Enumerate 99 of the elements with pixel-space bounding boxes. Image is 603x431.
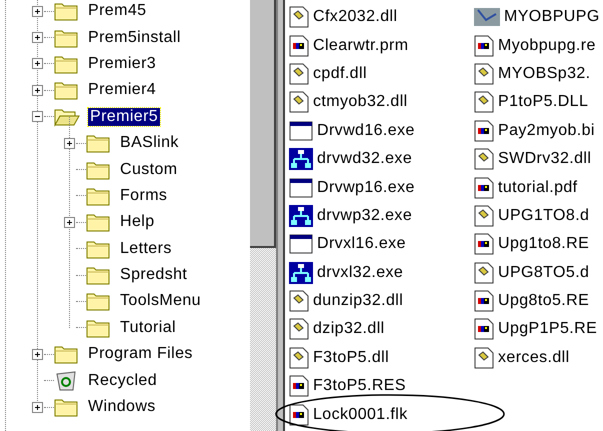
file-name[interactable]: Cfx2032.dll (313, 8, 398, 26)
gear-document-icon (474, 262, 494, 284)
document-icon (289, 375, 309, 398)
gear-document-icon (474, 204, 494, 227)
file-name[interactable]: UPG1TO8.d (498, 206, 590, 225)
document-icon (474, 120, 494, 142)
document-icon (474, 233, 494, 256)
file-name[interactable]: UpgP1P5.RE (498, 320, 598, 338)
collapse-icon[interactable] (32, 111, 42, 122)
file-name[interactable]: tutorial.pdf (498, 178, 578, 197)
file-name[interactable]: Drvwp16.exe (317, 178, 415, 197)
gear-document-icon (474, 91, 494, 114)
file-name[interactable]: F3toP5.dll (313, 348, 390, 367)
document-icon (474, 290, 494, 312)
file-name[interactable]: drvxl32.exe (317, 264, 404, 282)
file-name[interactable]: Myobpupg.re (498, 36, 596, 55)
folder-icon (54, 28, 78, 48)
gear-document-icon (289, 62, 309, 85)
expand-icon[interactable] (32, 58, 42, 70)
folder-name[interactable]: Forms (118, 186, 170, 205)
document-icon (474, 318, 494, 340)
file-name[interactable]: drvwd32.exe (317, 150, 412, 168)
expand-icon[interactable] (64, 138, 74, 149)
file-name[interactable]: MYOBPUPG (504, 8, 600, 26)
folder-icon (54, 397, 78, 418)
gear-document-icon (289, 91, 309, 114)
gear-document-icon (474, 148, 494, 170)
gear-document-icon (289, 318, 309, 340)
file-name[interactable]: SWDrv32.dll (498, 150, 592, 168)
gear-document-icon (289, 6, 309, 28)
scrollbar-thumb[interactable] (250, 0, 276, 248)
file-name[interactable]: F3toP5.RES (313, 377, 406, 396)
folder-name[interactable]: Prem5install (86, 28, 183, 47)
file-name[interactable]: ctmyob32.dll (313, 93, 408, 112)
folder-name[interactable]: BASlink (118, 134, 181, 152)
expand-icon[interactable] (32, 6, 42, 17)
folder-icon (86, 238, 110, 259)
program-window-icon (289, 120, 313, 141)
folder-name[interactable]: Recycled (86, 372, 160, 390)
gear-document-icon (474, 62, 494, 85)
folder-icon (86, 212, 110, 232)
file-name[interactable]: dzip32.dll (313, 320, 385, 338)
document-icon (474, 176, 494, 199)
document-icon (289, 404, 309, 426)
folder-name[interactable]: Prem45 (86, 2, 148, 20)
program-icon (474, 8, 500, 26)
expand-icon[interactable] (32, 84, 42, 96)
folder-icon (86, 318, 110, 338)
expand-icon[interactable] (32, 402, 42, 413)
expand-icon[interactable] (32, 348, 42, 360)
folder-name[interactable]: Premier5 (88, 108, 160, 126)
folder-name[interactable]: Spredsht (118, 266, 190, 284)
recycle-bin-icon (54, 370, 78, 392)
folder-icon (86, 186, 110, 206)
gear-document-icon (289, 346, 309, 369)
folder-icon (86, 133, 110, 154)
file-name[interactable]: Pay2myob.bi (498, 122, 595, 140)
expand-icon[interactable] (32, 32, 42, 44)
document-icon (289, 34, 309, 57)
folder-name[interactable]: Program Files (86, 345, 195, 364)
file-name[interactable]: cpdf.dll (313, 64, 367, 83)
scrollbar[interactable] (250, 0, 276, 431)
folder-name[interactable]: Premier4 (86, 81, 158, 100)
file-name[interactable]: dunzip32.dll (313, 292, 404, 310)
file-name[interactable]: xerces.dll (498, 348, 570, 367)
open-folder-icon (54, 106, 80, 127)
folder-name[interactable]: Help (118, 213, 157, 232)
folder-name[interactable]: Windows (86, 398, 158, 416)
file-name[interactable]: P1toP5.DLL (498, 93, 588, 112)
network-icon (289, 148, 313, 170)
folder-icon (86, 160, 110, 180)
folder-icon (86, 265, 110, 286)
folder-icon (54, 1, 78, 22)
file-name[interactable]: Drvxl16.exe (317, 235, 406, 254)
file-name[interactable]: Clearwtr.prm (313, 36, 408, 55)
folder-icon (54, 80, 78, 100)
gear-document-icon (474, 346, 494, 369)
network-icon (289, 262, 313, 284)
program-window-icon (289, 234, 313, 254)
expand-icon[interactable] (64, 216, 74, 228)
program-window-icon (289, 178, 313, 198)
folder-icon (86, 291, 110, 312)
network-icon (289, 204, 313, 227)
folder-icon (54, 54, 78, 74)
folder-icon (54, 344, 78, 364)
folder-name[interactable]: ToolsMenu (118, 292, 203, 310)
file-name[interactable]: MYOBSp32. (498, 64, 591, 83)
folder-name[interactable]: Tutorial (118, 318, 178, 337)
folder-name[interactable]: Letters (118, 240, 174, 258)
file-name[interactable]: UPG8TO5.d (498, 264, 590, 282)
pane-splitter[interactable] (276, 0, 285, 431)
file-name[interactable]: Upg1to8.RE (498, 235, 590, 254)
file-name[interactable]: drvwp32.exe (317, 206, 412, 225)
file-name[interactable]: Drvwd16.exe (317, 122, 415, 140)
gear-document-icon (289, 290, 309, 312)
folder-name[interactable]: Custom (118, 160, 180, 179)
file-name[interactable]: Upg8to5.RE (498, 292, 590, 310)
folder-name[interactable]: Premier3 (86, 54, 158, 73)
document-icon (474, 34, 494, 57)
